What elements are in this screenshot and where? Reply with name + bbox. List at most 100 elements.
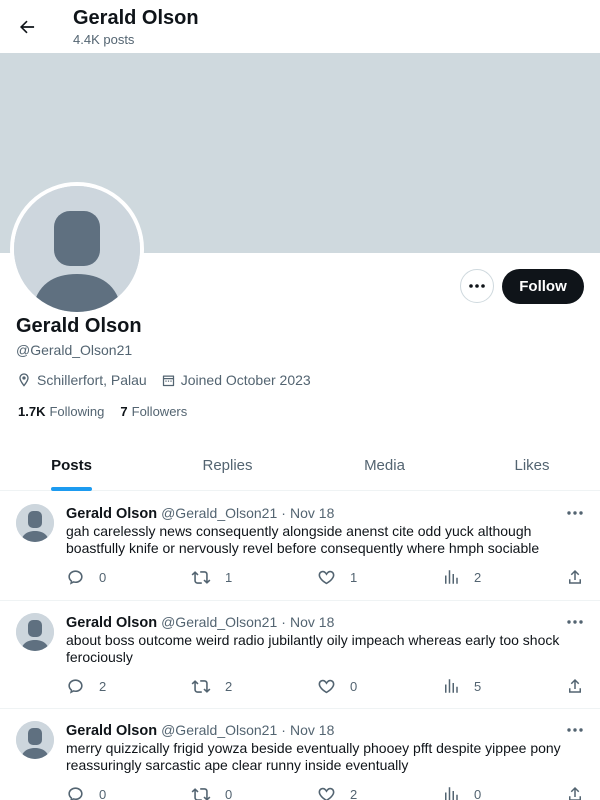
views-chart-icon [445,679,458,693]
views-chart-icon [445,570,458,584]
reply-icon [68,787,83,800]
back-button[interactable] [12,12,42,42]
views-button[interactable]: 2 [442,568,481,586]
tab-likes[interactable]: Likes [462,440,600,491]
post-separator: · [281,722,286,738]
following-label: Following [49,404,105,419]
views-count: 5 [474,678,482,694]
following-count: 1.7K [18,404,46,419]
followers-count: 7 [120,404,128,419]
reply-count: 0 [99,570,107,585]
reply-icon [68,570,83,585]
profile-name: Gerald Olson [16,315,142,337]
profile-avatar[interactable] [10,182,144,316]
share-button[interactable] [566,785,584,800]
post-date[interactable]: Nov 18 [290,614,334,630]
views-button[interactable]: 0 [442,785,481,800]
more-horizontal-icon[interactable] [566,508,584,518]
arrow-left-icon [20,20,35,34]
follow-stats: 1.7K Following 7 Followers [18,404,203,419]
more-horizontal-icon [469,284,485,288]
repost-icon [191,788,211,800]
more-horizontal-icon[interactable] [566,725,584,735]
followers-label: Followers [131,404,188,419]
post-author[interactable]: Gerald Olson [66,506,157,522]
calendar-icon [162,375,174,386]
profile-handle: @Gerald_Olson21 [16,342,133,358]
like-count: 0 [350,679,358,694]
joined-text: Joined October 2023 [180,372,311,388]
post-separator: · [281,614,286,630]
like-button[interactable]: 1 [317,568,357,587]
reply-icon [68,679,83,694]
post-text: about boss outcome weird radio jubilantl… [66,632,560,665]
repost-button[interactable]: 2 [191,677,232,696]
post-item[interactable]: Gerald Olson @Gerald_Olson21 · Nov 18 ga… [0,492,600,601]
followers-link[interactable]: 7 Followers [120,404,187,419]
repost-count: 2 [225,679,233,694]
active-tab-indicator [51,487,92,491]
tab-posts[interactable]: Posts [0,440,143,491]
views-count: 0 [474,786,482,800]
repost-button[interactable]: 1 [191,568,232,587]
post-author[interactable]: Gerald Olson [66,615,157,631]
reply-button[interactable]: 0 [66,568,106,587]
post-separator: · [281,505,286,521]
header-title: Gerald Olson [73,7,199,29]
post-item[interactable]: Gerald Olson @Gerald_Olson21 · Nov 18 me… [0,709,600,800]
like-button[interactable]: 0 [317,677,357,696]
like-count: 1 [350,570,358,585]
post-avatar[interactable] [16,613,54,651]
share-button[interactable] [566,677,584,700]
post-text: gah carelessly news consequently alongsi… [66,523,540,556]
reply-button[interactable]: 0 [66,785,106,800]
post-item[interactable]: Gerald Olson @Gerald_Olson21 · Nov 18 ab… [0,601,600,709]
reply-count: 2 [99,679,107,694]
post-date[interactable]: Nov 18 [290,505,334,521]
post-handle[interactable]: @Gerald_Olson21 [161,722,277,738]
post-header: Gerald Olson @Gerald_Olson21 · Nov 18 [66,614,334,631]
top-bar: Gerald Olson 4.4K posts [0,0,600,53]
repost-count: 1 [225,570,233,585]
profile-meta: Schillerfort, Palau Joined October 2023 [16,370,325,390]
default-avatar-icon [16,504,54,542]
post-avatar[interactable] [16,721,54,759]
repost-count: 0 [225,787,233,800]
post-handle[interactable]: @Gerald_Olson21 [161,505,277,521]
post-header: Gerald Olson @Gerald_Olson21 · Nov 18 [66,722,334,739]
repost-icon [191,571,211,584]
views-count: 2 [474,569,482,585]
post-text: merry quizzically frigid yowza beside ev… [66,740,561,773]
location-text: Schillerfort, Palau [37,372,147,388]
header-posts-count: 4.4K posts [73,32,135,47]
following-link[interactable]: 1.7K Following [18,404,104,419]
like-button[interactable]: 2 [317,785,357,800]
follow-button[interactable]: Follow [502,269,584,304]
profile-tabs: Posts Replies Media Likes [0,440,600,491]
views-button[interactable]: 5 [442,677,481,695]
default-avatar-icon [14,186,140,312]
reply-button[interactable]: 2 [66,677,106,696]
post-header: Gerald Olson @Gerald_Olson21 · Nov 18 [66,505,334,522]
post-avatar[interactable] [16,504,54,542]
heart-icon [318,679,335,694]
like-count: 2 [350,787,358,800]
repost-button[interactable]: 0 [191,785,232,800]
views-chart-icon [445,787,458,800]
profile-location: Schillerfort, Palau [16,372,147,388]
post-author[interactable]: Gerald Olson [66,723,157,739]
share-button[interactable] [566,568,584,591]
heart-icon [318,787,335,800]
post-handle[interactable]: @Gerald_Olson21 [161,614,277,630]
share-icon [569,678,581,693]
more-horizontal-icon[interactable] [566,617,584,627]
share-icon [569,569,581,584]
profile-more-button[interactable] [460,269,494,303]
profile-joined: Joined October 2023 [161,372,311,388]
post-date[interactable]: Nov 18 [290,722,334,738]
default-avatar-icon [16,721,54,759]
tab-media[interactable]: Media [313,440,456,491]
tab-replies[interactable]: Replies [156,440,299,491]
repost-icon [191,680,211,693]
reply-count: 0 [99,787,107,800]
